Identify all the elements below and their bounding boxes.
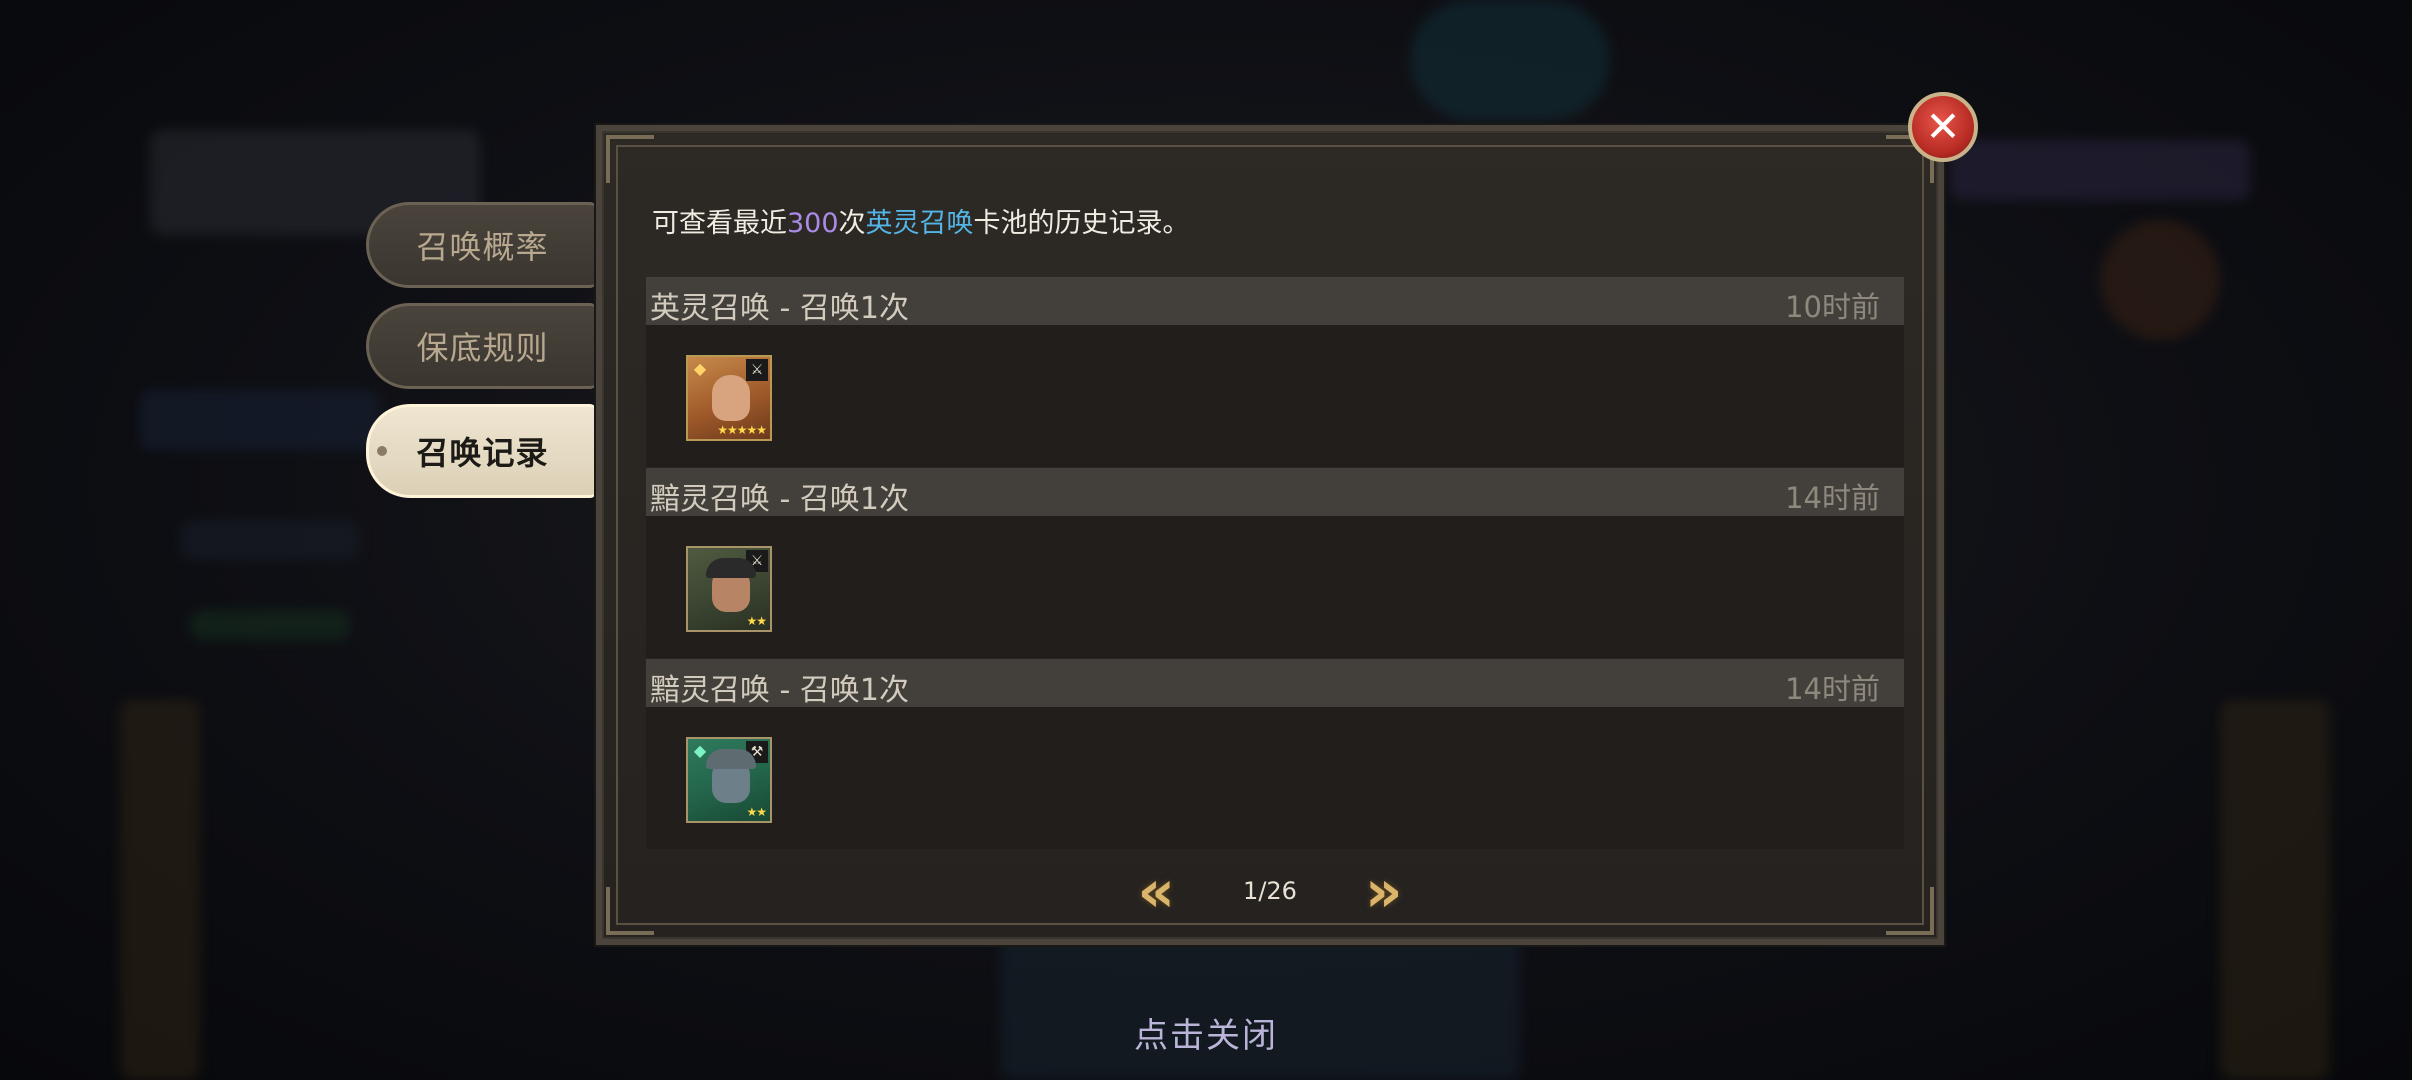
pagination: « 1/26 » xyxy=(602,861,1938,921)
hero-portrait[interactable]: ⚔ ★★ xyxy=(686,546,772,632)
hero-helmet xyxy=(706,558,756,578)
tab-summon-probability[interactable]: 召唤概率 xyxy=(366,202,596,288)
record-header: 黯灵召唤 - 召唤1次 14时前 xyxy=(646,468,1904,517)
hero-portrait[interactable]: ◆ ⚒ ★★ xyxy=(686,737,772,823)
hero-helmet xyxy=(706,749,756,769)
background-panel xyxy=(1410,0,1610,120)
record-header: 黯灵召唤 - 召唤1次 14时前 xyxy=(646,659,1904,708)
intro-count: 300 xyxy=(787,208,839,239)
record-title: 黯灵召唤 - 召唤1次 xyxy=(650,482,909,517)
close-button[interactable]: ✕ xyxy=(1908,92,1978,162)
close-icon: ✕ xyxy=(1925,102,1961,151)
record-header: 英灵召唤 - 召唤1次 10时前 xyxy=(646,277,1904,326)
tab-active-dot-icon xyxy=(377,446,387,456)
hero-face xyxy=(712,375,750,421)
class-icon: ⚔ xyxy=(746,359,768,381)
previous-page-icon[interactable]: « xyxy=(1138,862,1175,920)
intro-pool-name: 英灵召唤 xyxy=(865,208,974,239)
history-record: 英灵召唤 - 召唤1次 10时前 ◆ ⚔ ★★★★★ xyxy=(646,277,1904,467)
intro-suffix: 卡池的历史记录。 xyxy=(973,208,1190,239)
background-panel xyxy=(1950,140,2250,200)
tap-to-close-text[interactable]: 点击关闭 xyxy=(0,1008,2412,1057)
hero-portrait[interactable]: ◆ ⚔ ★★★★★ xyxy=(686,355,772,441)
background-panel xyxy=(140,390,380,450)
record-title: 英灵召唤 - 召唤1次 xyxy=(650,291,909,326)
star-rating: ★★ xyxy=(746,614,766,628)
intro-text: 可查看最近300次英灵召唤卡池的历史记录。 xyxy=(652,201,1190,240)
record-time: 14时前 xyxy=(1785,481,1880,515)
summon-history-panel: 可查看最近300次英灵召唤卡池的历史记录。 英灵召唤 - 召唤1次 10时前 ◆… xyxy=(596,125,1944,945)
next-page-icon[interactable]: » xyxy=(1365,862,1402,920)
star-rating: ★★★★★ xyxy=(717,423,767,437)
record-time: 14时前 xyxy=(1785,672,1880,706)
tab-summon-history[interactable]: 召唤记录 xyxy=(366,404,596,498)
intro-mid: 次 xyxy=(838,208,866,239)
star-rating: ★★ xyxy=(746,805,766,819)
page-indicator: 1/26 xyxy=(1243,877,1297,905)
ornament-corner xyxy=(606,135,654,183)
record-title: 黯灵召唤 - 召唤1次 xyxy=(650,673,909,708)
background-panel xyxy=(180,520,360,560)
history-record: 黯灵召唤 - 召唤1次 14时前 ◆ ⚒ ★★ xyxy=(646,659,1904,849)
history-record: 黯灵召唤 - 召唤1次 14时前 ⚔ ★★ xyxy=(646,468,1904,658)
tab-pity-rules[interactable]: 保底规则 xyxy=(366,303,596,389)
background-panel xyxy=(190,610,350,640)
record-time: 10时前 xyxy=(1785,290,1880,324)
tab-label: 保底规则 xyxy=(416,329,549,367)
tab-label: 召唤概率 xyxy=(416,228,549,266)
background-panel xyxy=(1000,930,1520,1080)
tab-label: 召唤记录 xyxy=(416,434,549,472)
element-icon: ◆ xyxy=(693,359,707,378)
intro-prefix: 可查看最近 xyxy=(652,208,787,239)
background-panel xyxy=(2100,220,2220,340)
